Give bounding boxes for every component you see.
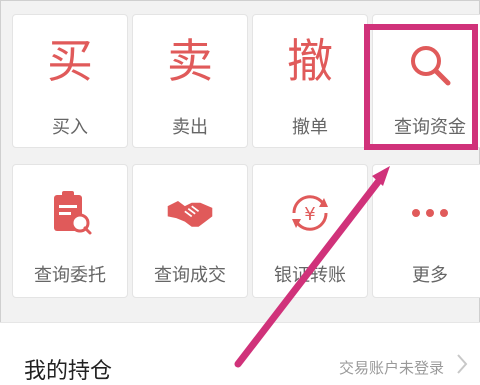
sell-glyph: 卖: [167, 34, 213, 88]
cancel-glyph: 撤: [287, 34, 333, 88]
yen-transfer-icon: ¥: [286, 189, 334, 237]
query-funds-label: 查询资金: [394, 117, 466, 138]
svg-text:¥: ¥: [304, 204, 315, 225]
clipboard-search-icon: [46, 189, 94, 237]
chevron-right-icon: [456, 353, 468, 379]
buy-label: 买入: [52, 117, 88, 138]
more-dots-icon: [406, 189, 454, 237]
handshake-icon: [166, 189, 214, 237]
query-orders-label: 查询委托: [34, 265, 106, 286]
sell-label: 卖出: [172, 117, 208, 138]
cancel-order-button[interactable]: 撤 撤单: [252, 14, 368, 148]
buy-button[interactable]: 买 买入: [12, 14, 128, 148]
cancel-order-label: 撤单: [292, 117, 328, 138]
my-holdings-title: 我的持仓: [24, 359, 113, 384]
login-status: 交易账户未登录: [338, 359, 444, 377]
search-icon: [406, 41, 454, 89]
query-trades-button[interactable]: 查询成交: [132, 164, 248, 298]
query-funds-button[interactable]: 查询资金: [372, 14, 480, 148]
my-holdings-row[interactable]: 我的持仓 交易账户未登录: [0, 322, 480, 385]
sell-button[interactable]: 卖 卖出: [132, 14, 248, 148]
buy-glyph: 买: [47, 34, 93, 88]
more-label: 更多: [412, 265, 448, 286]
bank-transfer-button[interactable]: ¥ 银证转账: [252, 164, 368, 298]
bank-transfer-label: 银证转账: [274, 265, 346, 286]
query-orders-button[interactable]: 查询委托: [12, 164, 128, 298]
query-trades-label: 查询成交: [154, 265, 226, 286]
more-button[interactable]: 更多: [372, 164, 480, 298]
